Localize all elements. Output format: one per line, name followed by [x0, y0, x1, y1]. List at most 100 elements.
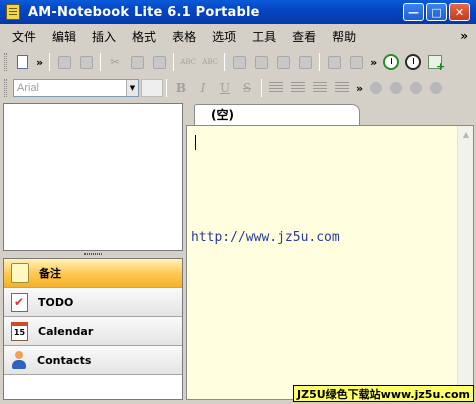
bold-button[interactable]: B [171, 78, 191, 98]
main-toolbar: » ✂ ABC ABC » [2, 50, 474, 74]
font-size-select[interactable] [141, 79, 163, 97]
toolbar-grip[interactable] [4, 53, 7, 71]
close-button[interactable]: ✕ [449, 3, 470, 21]
spellcheck-icon: ABC [180, 58, 196, 66]
new-item-button[interactable] [425, 52, 445, 73]
site-watermark: JZ5U绿色下载站www.jz5u.com [293, 385, 474, 402]
justify-icon [335, 82, 349, 94]
menu-tools[interactable]: 工具 [246, 27, 282, 47]
copy-button[interactable] [127, 52, 147, 72]
bold-icon: B [175, 81, 187, 95]
note-tree-panel[interactable] [3, 103, 183, 251]
nav-item-label: 备注 [39, 267, 61, 280]
title-bar[interactable]: AM-Notebook Lite 6.1 Portable — □ ✕ [0, 0, 476, 24]
alarm-button[interactable] [403, 52, 423, 72]
insert-column-button[interactable] [295, 52, 315, 72]
italic-icon: I [200, 81, 206, 95]
toolbar-overflow-chevron-icon[interactable]: » [370, 56, 377, 69]
nav-item-label: Contacts [37, 353, 92, 367]
spellcheck-button[interactable]: ABC [178, 52, 198, 72]
menu-view[interactable]: 查看 [286, 27, 322, 47]
indent-icon[interactable] [430, 82, 443, 94]
maximize-button[interactable]: □ [426, 3, 447, 21]
toolbar-separator [261, 79, 262, 97]
insert-row-button[interactable] [273, 52, 293, 72]
navigation-pane: 备注 TODO 15 Calendar Contacts [3, 258, 183, 400]
insert-table-button[interactable] [229, 52, 249, 72]
font-family-select[interactable]: Arial ▼ [13, 79, 139, 97]
calendar-icon: 15 [11, 321, 28, 341]
text-caret [195, 135, 196, 150]
delete-row-button[interactable] [324, 52, 344, 72]
align-center-icon [291, 82, 305, 94]
underline-button[interactable]: U [215, 78, 235, 98]
app-notebook-icon [6, 4, 20, 20]
table-edit-button[interactable] [251, 52, 271, 72]
delete-row-icon [327, 55, 341, 69]
justify-button[interactable] [332, 78, 352, 98]
strikethrough-icon: S [242, 81, 252, 95]
menu-options[interactable]: 选项 [206, 27, 242, 47]
menu-edit[interactable]: 编辑 [46, 27, 82, 47]
nav-item-calendar[interactable]: 15 Calendar [4, 317, 182, 346]
chevron-down-icon[interactable]: ▼ [126, 80, 138, 96]
spellcheck-options-icon: ABC [202, 58, 218, 66]
numbered-list-icon[interactable] [390, 82, 403, 94]
add-reminder-button[interactable] [381, 52, 401, 72]
vertical-scrollbar[interactable]: ▲ [457, 126, 473, 399]
menu-overflow-chevron-icon[interactable]: » [460, 29, 468, 43]
table-edit-icon [254, 55, 268, 69]
delete-column-button[interactable] [346, 52, 366, 72]
italic-button[interactable]: I [193, 78, 213, 98]
reminder-clock-icon [383, 54, 400, 70]
spellcheck-options-button[interactable]: ABC [200, 52, 220, 72]
print-icon [79, 55, 93, 69]
nav-item-label: TODO [38, 295, 74, 309]
toolbar-separator [49, 53, 51, 71]
alarm-clock-icon [405, 54, 422, 70]
nav-item-contacts[interactable]: Contacts [4, 346, 182, 375]
underline-icon: U [219, 81, 231, 95]
menu-table[interactable]: 表格 [166, 27, 202, 47]
scroll-up-icon[interactable]: ▲ [458, 126, 474, 142]
menu-format[interactable]: 格式 [126, 27, 162, 47]
cut-button[interactable]: ✂ [105, 52, 125, 72]
format-toolbar: Arial ▼ B I U S » [2, 76, 474, 100]
paste-button[interactable] [149, 52, 169, 72]
menu-insert[interactable]: 插入 [86, 27, 122, 47]
toolbar-separator [319, 53, 321, 71]
contacts-icon [11, 350, 27, 370]
align-center-button[interactable] [288, 78, 308, 98]
strikethrough-button[interactable]: S [237, 78, 257, 98]
font-family-value: Arial [17, 82, 40, 94]
toolbar-separator [173, 53, 175, 71]
new-note-button[interactable] [12, 52, 32, 72]
table-icon [232, 55, 246, 69]
note-editor[interactable]: http://www.jz5u.com ▲ [186, 125, 474, 400]
menu-bar: 文件 编辑 插入 格式 表格 选项 工具 查看 帮助 » [0, 26, 476, 48]
panel-splitter[interactable] [3, 251, 183, 257]
print-button[interactable] [76, 52, 96, 72]
bullet-list-icon[interactable] [370, 82, 383, 94]
nav-item-label: Calendar [38, 324, 94, 338]
toolbar-overflow-chevron-icon[interactable]: » [356, 82, 363, 95]
tab-current-note[interactable]: (空) [194, 104, 360, 126]
toolbar-separator [224, 53, 226, 71]
menu-help[interactable]: 帮助 [326, 27, 362, 47]
toolbar-overflow-chevron-icon[interactable]: » [36, 56, 43, 69]
insert-column-icon [298, 55, 312, 69]
save-button[interactable] [54, 52, 74, 72]
menu-file[interactable]: 文件 [6, 27, 42, 47]
insert-row-icon [276, 55, 290, 69]
align-right-icon [313, 82, 327, 94]
toolbar-grip[interactable] [4, 79, 7, 97]
align-left-button[interactable] [266, 78, 286, 98]
window-controls: — □ ✕ [403, 3, 470, 21]
align-right-button[interactable] [310, 78, 330, 98]
nav-item-notes[interactable]: 备注 [4, 259, 182, 288]
editor-link-text[interactable]: http://www.jz5u.com [191, 230, 340, 245]
minimize-button[interactable]: — [403, 3, 424, 21]
nav-item-todo[interactable]: TODO [4, 288, 182, 317]
save-icon [57, 55, 71, 69]
outdent-icon[interactable] [410, 82, 423, 94]
